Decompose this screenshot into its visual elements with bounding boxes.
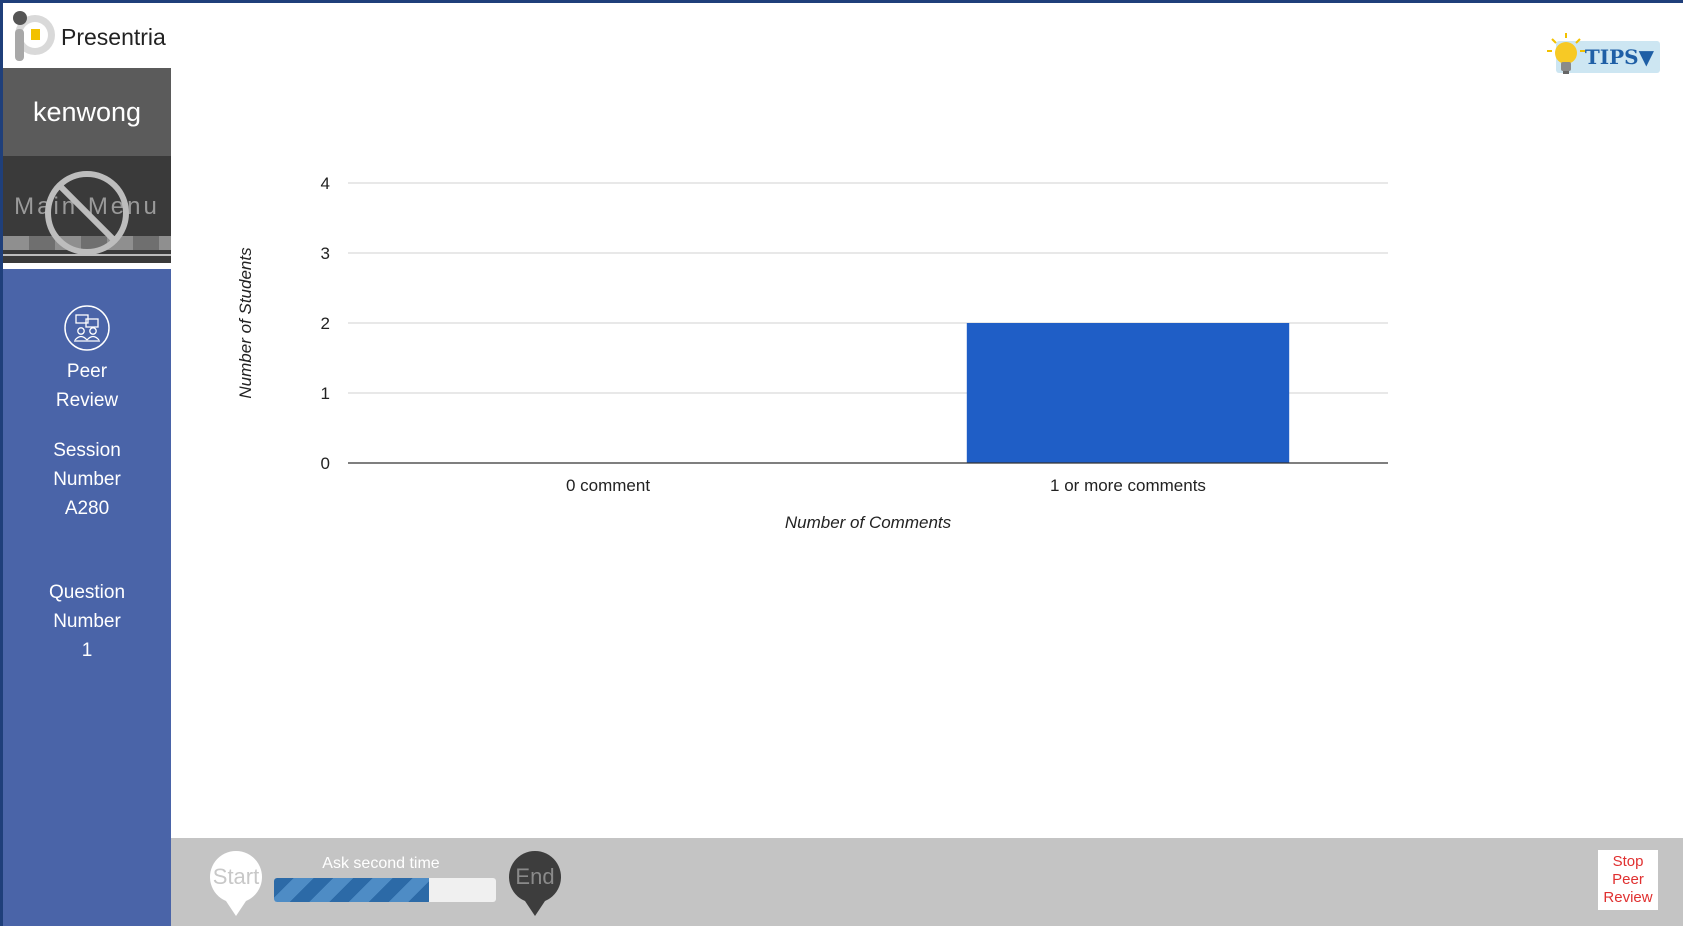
app-window: Presentria kenwong Main Menu Peer Review… [3,3,1683,926]
y-tick-label: 0 [321,454,330,473]
stop-label-3: Review [1603,889,1653,906]
peer-review-label-2: Review [55,390,119,411]
bottom-bar: Start Ask second time End Stop Peer Revi… [171,838,1683,926]
y-tick-label: 3 [321,244,330,263]
y-axis-ticks: 0 1 2 3 4 [321,174,330,473]
y-tick-label: 1 [321,384,330,403]
end-label: End [515,864,555,889]
session-number: Session Number A280 [3,436,171,523]
question-value: 1 [81,640,93,661]
timer-progress-fill [274,878,430,902]
tips-button[interactable]: TIPS▼ [1546,31,1661,81]
x-axis-ticks: 0 comment 1 or more comments [566,476,1206,495]
y-tick-label: 2 [321,314,330,333]
question-label-2: Number [53,611,121,632]
main-menu-button[interactable]: Main Menu [3,156,171,263]
stop-label-1: Stop [1612,853,1644,870]
comments-bar-chart: 0 1 2 3 4 0 comment 1 or more comments Number… [236,174,1388,532]
session-label-1: Session [53,440,121,461]
sidebar: Presentria kenwong Main Menu Peer Review… [3,3,171,926]
timer-progress-bar [274,878,496,902]
question-label-1: Question [48,582,126,603]
chart-bars [966,323,1290,463]
sidebar-nav: Peer Review Session Number A280 Question… [3,269,171,926]
question-number: Question Number 1 [3,578,171,665]
stop-peer-review-button[interactable]: Stop Peer Review [1598,850,1658,910]
stop-label-2: Peer [1612,871,1644,888]
presentria-logo-icon [13,11,55,61]
blocked-icon [45,171,129,255]
peer-review-label-1: Peer [66,361,108,382]
x-tick-label: 0 comment [566,476,650,495]
peer-review-item[interactable]: Peer Review [3,289,171,411]
start-label: Start [212,864,260,889]
progress-label: Ask second time [322,855,440,872]
bar [966,323,1290,463]
username-display: kenwong [3,68,171,156]
end-button[interactable]: End [508,850,562,916]
app-title: Presentria [61,24,166,50]
y-tick-label: 4 [321,174,330,193]
x-axis-label: Number of Comments [785,513,952,532]
lightbulb-icon [1547,33,1585,74]
session-label-2: Number [53,469,121,490]
x-tick-label: 1 or more comments [1050,476,1206,495]
session-value: A280 [64,498,110,519]
y-axis-label: Number of Students [236,247,255,399]
start-button[interactable]: Start [209,850,263,916]
peer-review-icon [64,305,110,351]
